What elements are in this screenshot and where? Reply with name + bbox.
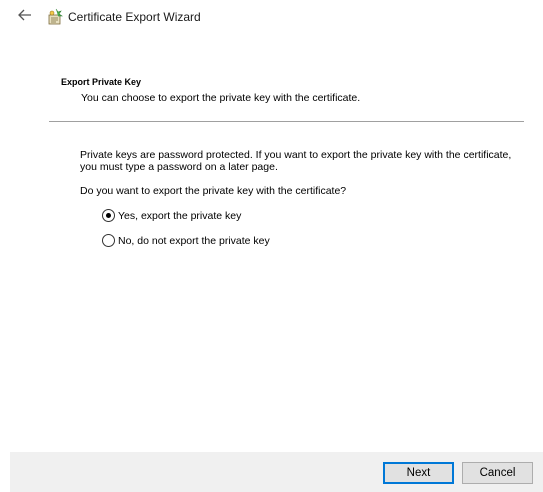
radio-button-yes[interactable]: [102, 209, 115, 222]
back-arrow-icon: [18, 8, 32, 26]
page-subtitle: You can choose to export the private key…: [81, 92, 361, 104]
cancel-button[interactable]: Cancel: [462, 462, 533, 484]
header-divider: [49, 121, 524, 122]
title-bar: Certificate Export Wizard: [0, 0, 543, 36]
radio-no-export[interactable]: No, do not export the private key: [102, 234, 270, 247]
next-button[interactable]: Next: [383, 462, 454, 484]
info-text: Private keys are password protected. If …: [80, 149, 512, 173]
certificate-export-wizard-window: Certificate Export Wizard Export Private…: [0, 0, 543, 492]
radio-yes-export[interactable]: Yes, export the private key: [102, 209, 241, 222]
radio-button-no[interactable]: [102, 234, 115, 247]
page-heading: Export Private Key: [61, 77, 142, 87]
certificate-wizard-icon: [47, 8, 63, 26]
window-title: Certificate Export Wizard: [68, 10, 201, 24]
back-button[interactable]: [14, 7, 36, 27]
radio-label-yes: Yes, export the private key: [118, 209, 242, 222]
radio-label-no: No, do not export the private key: [118, 234, 270, 247]
export-question: Do you want to export the private key wi…: [80, 185, 347, 197]
